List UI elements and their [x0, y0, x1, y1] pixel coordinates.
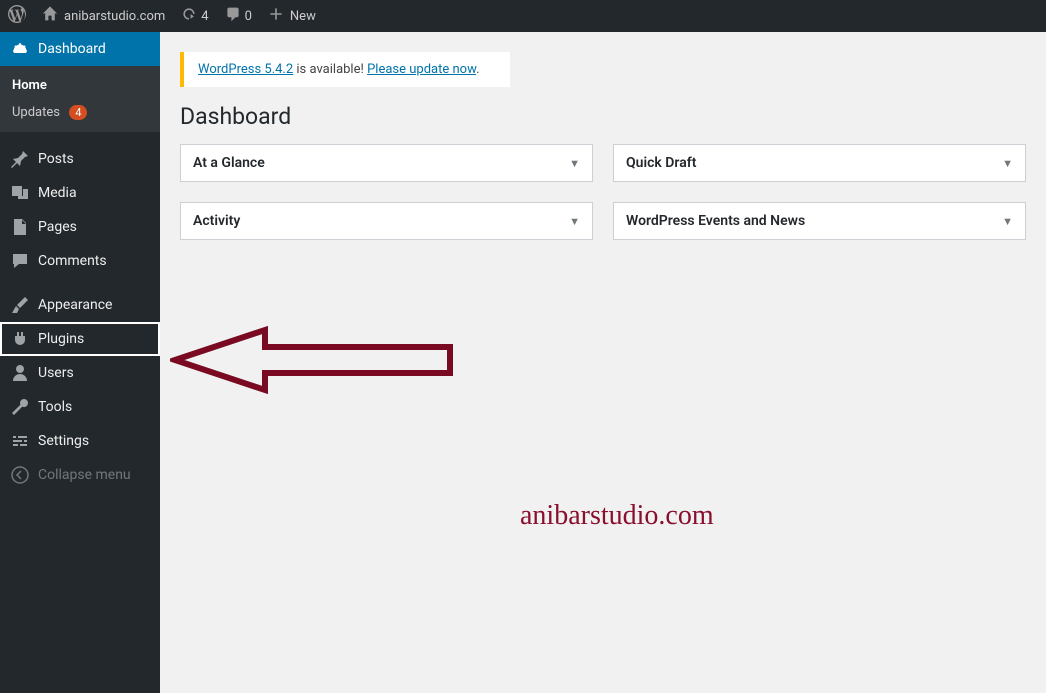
sidebar-item-label: Plugins — [38, 331, 84, 347]
comment-icon — [225, 6, 241, 26]
annotation-arrow — [170, 325, 460, 399]
sidebar-item-label: Appearance — [38, 297, 112, 313]
chevron-down-icon: ▼ — [569, 215, 580, 228]
widget-at-a-glance: At a Glance ▼ — [180, 144, 593, 182]
sidebar-item-label: Dashboard — [38, 41, 106, 57]
sidebar-item-label: Posts — [38, 151, 74, 167]
sidebar-item-users[interactable]: Users — [0, 356, 160, 390]
home-icon — [42, 6, 58, 26]
sidebar-item-appearance[interactable]: Appearance — [0, 288, 160, 322]
content-area: WordPress 5.4.2 is available! Please upd… — [160, 32, 1046, 260]
site-name-menu[interactable]: anibarstudio.com — [34, 0, 173, 32]
update-now-link[interactable]: Please update now — [367, 62, 476, 77]
sidebar-item-tools[interactable]: Tools — [0, 390, 160, 424]
sidebar-item-posts[interactable]: Posts — [0, 142, 160, 176]
comments-menu[interactable]: 0 — [217, 0, 260, 32]
plus-icon — [268, 6, 284, 26]
admin-sidebar: Dashboard Home Updates 4 Posts Media Pag… — [0, 32, 160, 693]
chevron-down-icon: ▼ — [569, 157, 580, 170]
widget-title: At a Glance — [193, 155, 265, 171]
widget-header[interactable]: Activity ▼ — [181, 203, 592, 239]
collapse-menu-button[interactable]: Collapse menu — [0, 458, 160, 492]
comment-icon — [10, 251, 30, 271]
new-content-menu[interactable]: New — [260, 0, 324, 32]
submenu-item-home[interactable]: Home — [0, 72, 160, 99]
chevron-down-icon: ▼ — [1002, 215, 1013, 228]
sidebar-item-settings[interactable]: Settings — [0, 424, 160, 458]
widget-events-news: WordPress Events and News ▼ — [613, 202, 1026, 240]
widget-header[interactable]: WordPress Events and News ▼ — [614, 203, 1025, 239]
widget-title: WordPress Events and News — [626, 213, 805, 229]
page-title: Dashboard — [180, 103, 1026, 130]
sidebar-item-label: Pages — [38, 219, 77, 235]
sidebar-item-label: Tools — [38, 399, 72, 415]
sliders-icon — [10, 431, 30, 451]
sidebar-item-label: Comments — [38, 253, 107, 269]
widget-title: Quick Draft — [626, 155, 696, 171]
version-link[interactable]: WordPress 5.4.2 — [198, 62, 293, 77]
user-icon — [10, 363, 30, 383]
dashboard-icon — [10, 39, 30, 59]
wordpress-icon — [8, 5, 26, 27]
site-name-label: anibarstudio.com — [64, 9, 165, 24]
admin-bar: anibarstudio.com 4 0 New — [0, 0, 1046, 32]
sidebar-item-plugins[interactable]: Plugins — [0, 322, 160, 356]
sidebar-item-media[interactable]: Media — [0, 176, 160, 210]
widget-activity: Activity ▼ — [180, 202, 593, 240]
sidebar-item-label: Media — [38, 185, 77, 201]
dashboard-widgets: At a Glance ▼ Activity ▼ Quick Draft ▼ — [180, 144, 1026, 240]
page-icon — [10, 217, 30, 237]
sidebar-item-label: Users — [38, 365, 74, 381]
pin-icon — [10, 149, 30, 169]
wrench-icon — [10, 397, 30, 417]
collapse-label: Collapse menu — [38, 467, 131, 483]
widget-header[interactable]: Quick Draft ▼ — [614, 145, 1025, 181]
widget-header[interactable]: At a Glance ▼ — [181, 145, 592, 181]
updates-menu[interactable]: 4 — [173, 0, 216, 32]
sidebar-item-pages[interactable]: Pages — [0, 210, 160, 244]
comments-count: 0 — [245, 9, 252, 24]
updates-badge: 4 — [69, 105, 87, 120]
new-label: New — [290, 9, 316, 24]
update-notice: WordPress 5.4.2 is available! Please upd… — [180, 52, 510, 87]
dashboard-submenu: Home Updates 4 — [0, 66, 160, 132]
widget-title: Activity — [193, 213, 240, 229]
wp-logo-menu[interactable] — [0, 0, 34, 32]
plugin-icon — [10, 329, 30, 349]
updates-count: 4 — [201, 9, 208, 24]
update-icon — [181, 6, 197, 26]
collapse-icon — [10, 465, 30, 485]
notice-period: . — [476, 62, 479, 77]
sidebar-item-dashboard[interactable]: Dashboard — [0, 32, 160, 66]
notice-text: is available! — [293, 62, 367, 77]
sidebar-item-label: Settings — [38, 433, 89, 449]
chevron-down-icon: ▼ — [1002, 157, 1013, 170]
media-icon — [10, 183, 30, 203]
updates-label: Updates — [12, 105, 60, 120]
sidebar-item-comments[interactable]: Comments — [0, 244, 160, 278]
watermark-text: anibarstudio.com — [520, 500, 714, 532]
submenu-item-updates[interactable]: Updates 4 — [0, 99, 160, 126]
widget-quick-draft: Quick Draft ▼ — [613, 144, 1026, 182]
brush-icon — [10, 295, 30, 315]
